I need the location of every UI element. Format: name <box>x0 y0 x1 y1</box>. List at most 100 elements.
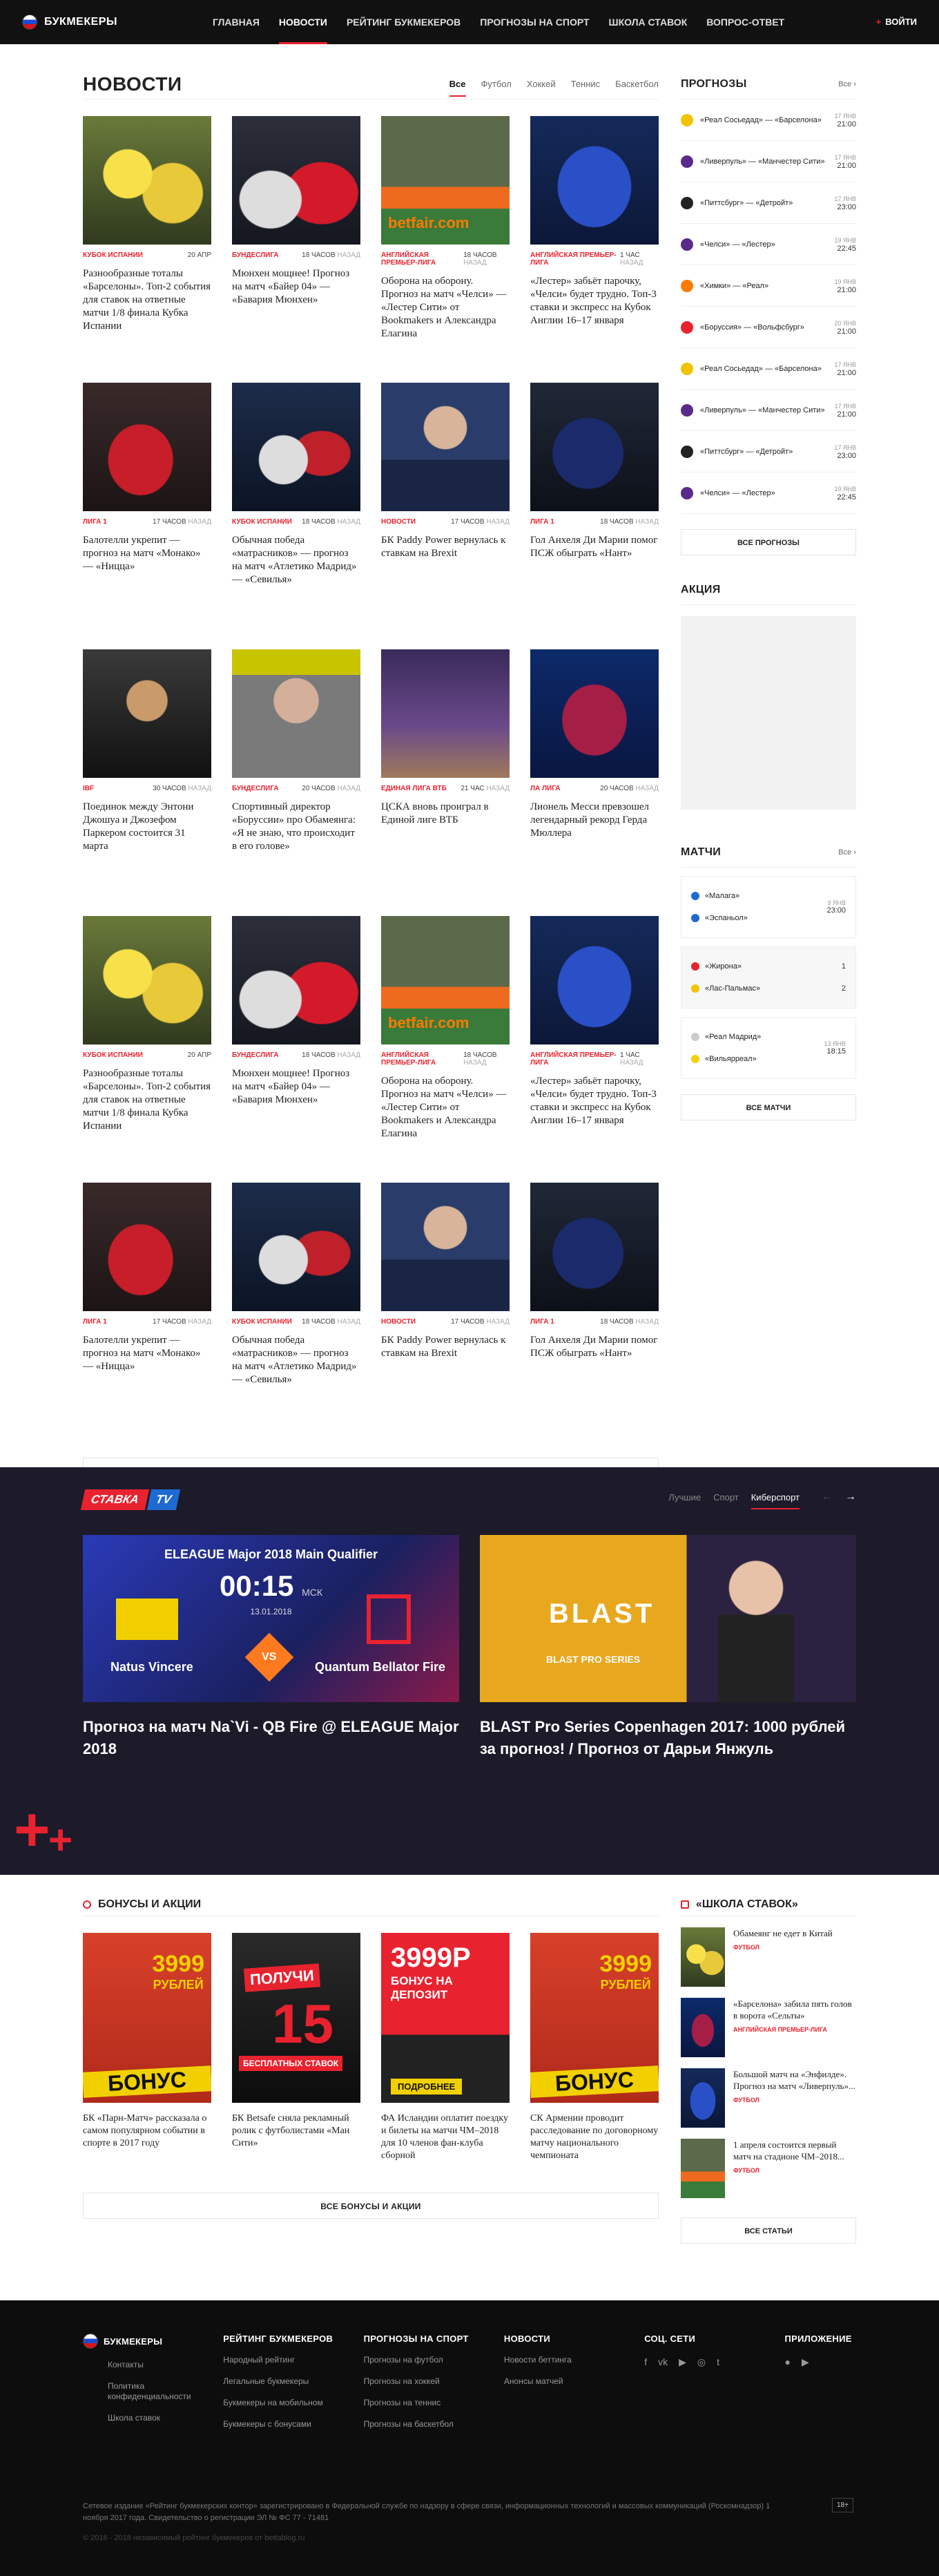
footer-link[interactable]: Народный рейтинг <box>223 2355 363 2365</box>
news-card[interactable]: БУНДЕСЛИГА 20 ЧАСОВ НАЗАД Спортивный дирек… <box>232 633 360 899</box>
all-matches-button[interactable]: ВСЕ МАТЧИ <box>681 1094 856 1120</box>
forecasts-all-link[interactable]: Все › <box>838 80 856 88</box>
forecast-row[interactable]: «Питтсбург» — «Детройт» 17 ЯНВ 23:00 <box>681 431 856 473</box>
news-title[interactable]: ЦСКА вновь проиграл в Единой лиге ВТБ <box>381 801 510 827</box>
news-category[interactable]: ЕДИНАЯ ЛИГА ВТБ <box>381 785 447 792</box>
arrow-left-icon[interactable]: ← <box>822 1491 833 1503</box>
stavka-tv-logo[interactable]: СТАВКА TV <box>80 1489 180 1510</box>
news-title[interactable]: Мюнхен мощнее! Прогноз на матч «Байер 04… <box>232 267 360 307</box>
news-image[interactable] <box>530 649 659 778</box>
footer-link[interactable]: Букмекеры с бонусами <box>223 2419 363 2430</box>
news-category[interactable]: ЛА ЛИГА <box>530 785 560 792</box>
news-category[interactable]: КУБОК ИСПАНИИ <box>232 518 292 526</box>
footer-link[interactable]: Прогнозы на хоккей <box>364 2376 504 2387</box>
nav-news[interactable]: НОВОСТИ <box>269 0 337 44</box>
bonus-image[interactable]: ПОЛУЧИ 15 БЕСПЛАТНЫХ СТАВОК <box>232 1933 360 2103</box>
news-image[interactable] <box>83 383 211 511</box>
bonus-image[interactable]: 3999Р БОНУС НА ДЕПОЗИТ ПОДРОБНЕЕ <box>381 1933 510 2103</box>
news-title[interactable]: Гол Анхеля Ди Марии помог ПСЖ обыграть «… <box>530 1334 659 1360</box>
news-category[interactable]: БУНДЕСЛИГА <box>232 785 279 792</box>
news-title[interactable]: Разнообразные тоталы «Барселоны». Топ-2 … <box>83 267 211 333</box>
footer-link[interactable]: Букмекеры на мобильном <box>223 2398 363 2408</box>
matches-all-link[interactable]: Все › <box>838 848 856 857</box>
news-category[interactable]: БУНДЕСЛИГА <box>232 1051 279 1059</box>
news-category[interactable]: НОВОСТИ <box>381 1318 416 1326</box>
forecast-row[interactable]: «Реал Сосьедад» — «Барселона» 17 ЯНВ 21:00 <box>681 348 856 390</box>
nav-forecasts[interactable]: ПРОГНОЗЫ НА СПОРТ <box>470 0 599 44</box>
news-card[interactable]: НОВОСТИ 17 ЧАСОВ НАЗАД БК Paddy Power верн… <box>381 1166 510 1433</box>
video-title[interactable]: BLAST Pro Series Copenhagen 2017: 1000 р… <box>480 1716 856 1760</box>
match-row[interactable]: «Реал Мадрид» «Вильярреал» 13 ЯНВ 18:15 <box>681 1017 856 1079</box>
news-category[interactable]: IBF <box>83 785 94 792</box>
footer-link[interactable]: Легальные букмекеры <box>223 2376 363 2387</box>
news-image[interactable] <box>381 383 510 511</box>
bonus-title[interactable]: БК Betsafe сняла рекламный ролик с футбо… <box>232 2112 360 2150</box>
news-category[interactable]: АНГЛИЙСКАЯ ПРЕМЬЕР-ЛИГА <box>530 1051 620 1067</box>
bonus-card[interactable]: 3999 РУБЛЕЙ БОНУС СК Армении проводит рас… <box>530 1933 659 2162</box>
forecast-row[interactable]: «Боруссия» — «Вольфсбург» 20 ЯНВ 21:00 <box>681 307 856 348</box>
news-category[interactable]: ЛИГА 1 <box>83 1318 107 1326</box>
news-title[interactable]: Балотелли укрепит — прогноз на матч «Мон… <box>83 1334 211 1373</box>
forecast-row[interactable]: «Челси» — «Лестер» 19 ЯНВ 22:45 <box>681 473 856 514</box>
news-title[interactable]: Разнообразные тоталы «Барселоны». Топ-2 … <box>83 1067 211 1133</box>
news-title[interactable]: Оборона на оборону. Прогноз на матч «Чел… <box>381 275 510 341</box>
footer-link[interactable]: Анонсы матчей <box>504 2376 644 2387</box>
apple-icon[interactable]: ● <box>784 2356 790 2368</box>
news-title[interactable]: Лионель Месси превзошел легендарный реко… <box>530 801 659 840</box>
twitter-icon[interactable]: t <box>717 2356 719 2368</box>
news-image[interactable] <box>232 916 360 1044</box>
news-image[interactable]: betfair.com <box>381 916 510 1044</box>
nav-faq[interactable]: ВОПРОС-ОТВЕТ <box>697 0 794 44</box>
video-card[interactable]: BLAST BLAST PRO SERIES BLAST Pro Series … <box>480 1535 856 1760</box>
footer-link[interactable]: Прогнозы на теннис <box>364 2398 504 2408</box>
match-row[interactable]: «Жирона» «Лас-Пальмас» 1 2 <box>681 946 856 1009</box>
school-title[interactable]: Обамеянг не едет в Китай <box>733 1928 833 1938</box>
news-image[interactable] <box>530 116 659 245</box>
news-category[interactable]: КУБОК ИСПАНИИ <box>83 251 143 259</box>
news-title[interactable]: Оборона на оборону. Прогноз на матч «Чел… <box>381 1075 510 1141</box>
news-image[interactable] <box>530 383 659 511</box>
news-category[interactable]: ЛИГА 1 <box>530 1318 554 1326</box>
forecast-row[interactable]: «Реал Сосьедад» — «Барселона» 17 ЯНВ 21:00 <box>681 99 856 141</box>
bonus-card[interactable]: 3999 РУБЛЕЙ БОНУС БК «Парн-Матч» рассказа… <box>83 1933 211 2162</box>
school-thumb[interactable] <box>681 1998 725 2057</box>
news-image[interactable] <box>83 649 211 778</box>
news-image[interactable] <box>232 649 360 778</box>
all-forecasts-button[interactable]: ВСЕ ПРОГНОЗЫ <box>681 529 856 555</box>
tab-football[interactable]: Футбол <box>481 72 512 96</box>
footer-logo[interactable]: БУКМЕКЕРЫ <box>104 2336 162 2347</box>
news-category[interactable]: КУБОК ИСПАНИИ <box>232 1318 292 1326</box>
news-card[interactable]: ЛИГА 1 17 ЧАСОВ НАЗАД Балотелли укрепит — … <box>83 366 211 633</box>
news-card[interactable]: ЛИГА 1 18 ЧАСОВ НАЗАД Гол Анхеля Ди Марии … <box>530 366 659 633</box>
news-title[interactable]: «Лестер» забьёт парочку, «Челси» будет т… <box>530 1075 659 1127</box>
school-thumb[interactable] <box>681 2068 725 2128</box>
news-title[interactable]: Спортивный директор «Боруссии» про Обаме… <box>232 801 360 853</box>
news-card[interactable]: БУНДЕСЛИГА 18 ЧАСОВ НАЗАД Мюнхен мощнее! П… <box>232 99 360 366</box>
news-image[interactable] <box>83 116 211 245</box>
footer-link-contacts[interactable]: Контакты <box>83 2360 223 2370</box>
news-title[interactable]: Поединок между Энтони Джошуа и Джозефом … <box>83 801 211 853</box>
news-image[interactable] <box>232 383 360 511</box>
promo-banner[interactable] <box>681 616 856 810</box>
news-card[interactable]: betfair.com АНГЛИЙСКАЯ ПРЕМЬЕР-ЛИГА 18 ЧАС… <box>381 899 510 1166</box>
tab-basketball[interactable]: Баскетбол <box>615 72 659 96</box>
forecast-row[interactable]: «Ливерпуль» — «Манчестер Сити» 17 ЯНВ 21:0… <box>681 141 856 182</box>
bonus-image[interactable]: 3999 РУБЛЕЙ БОНУС <box>83 1933 211 2103</box>
news-card[interactable]: КУБОК ИСПАНИИ 20 АПР Разнообразные тоталы… <box>83 899 211 1166</box>
footer-link[interactable]: Новости беттинга <box>504 2355 644 2365</box>
school-item[interactable]: Большой матч на «Энфилде». Прогноз на ма… <box>681 2068 856 2128</box>
tab-esports[interactable]: Киберспорт <box>751 1492 800 1509</box>
nav-home[interactable]: ГЛАВНАЯ <box>203 0 269 44</box>
login-button[interactable]: + ВОЙТИ <box>876 0 917 44</box>
news-category[interactable]: АНГЛИЙСКАЯ ПРЕМЬЕР-ЛИГА <box>381 1051 463 1067</box>
footer-link[interactable]: Прогнозы на баскетбол <box>364 2419 504 2430</box>
news-card[interactable]: ЛИГА 1 18 ЧАСОВ НАЗАД Гол Анхеля Ди Марии … <box>530 1166 659 1433</box>
nav-rating[interactable]: РЕЙТИНГ БУКМЕКЕРОВ <box>337 0 470 44</box>
news-category[interactable]: ЛИГА 1 <box>530 518 554 526</box>
arrow-right-icon[interactable]: → <box>845 1491 856 1503</box>
news-card[interactable]: АНГЛИЙСКАЯ ПРЕМЬЕР-ЛИГА 1 ЧАС НАЗАД «Лесте… <box>530 99 659 366</box>
footer-link-school[interactable]: Школа ставок <box>83 2413 223 2423</box>
school-title[interactable]: «Барселона» забила пять голов в ворота «… <box>733 1998 852 2021</box>
news-image[interactable] <box>530 916 659 1044</box>
news-card[interactable]: IBF 30 ЧАСОВ НАЗАД Поединок между Энтони Д… <box>83 633 211 899</box>
